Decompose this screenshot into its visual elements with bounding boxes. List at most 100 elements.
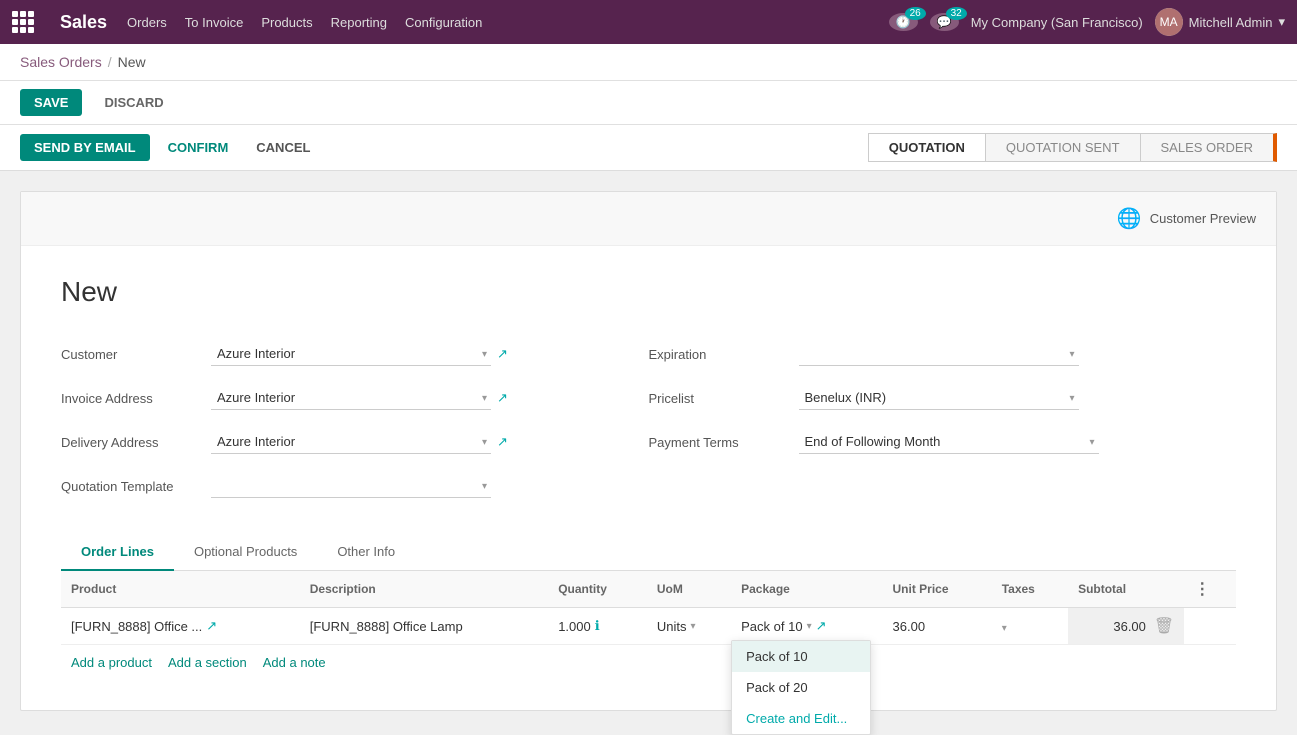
breadcrumb-separator: / [108,54,112,70]
customer-value: ▾ ↗ [211,342,649,366]
status-steps: QUOTATION QUOTATION SENT SALES ORDER [868,133,1277,162]
customer-ext-link[interactable]: ↗ [497,346,508,362]
left-fields: Customer ▾ ↗ Invoice Address [61,338,649,514]
customer-preview-label: Customer Preview [1150,211,1256,226]
grid-icon[interactable] [12,11,34,33]
uom-value[interactable]: Units [657,619,687,634]
status-sales-order[interactable]: SALES ORDER [1141,133,1277,162]
payment-terms-input[interactable] [799,430,1099,454]
col-taxes: Taxes [992,571,1068,608]
package-option-2[interactable]: Pack of 20 [732,672,870,703]
product-ext-link[interactable]: ↗ [206,618,217,634]
tab-other-info[interactable]: Other Info [317,534,415,571]
invoice-address-field-row: Invoice Address ▾ ↗ [61,382,649,414]
breadcrumb-parent[interactable]: Sales Orders [20,54,102,70]
nav-configuration[interactable]: Configuration [405,15,482,30]
nav-to-invoice[interactable]: To Invoice [185,15,244,30]
add-section-link[interactable]: Add a section [168,655,247,670]
expiration-input[interactable] [799,342,1079,366]
discard-button[interactable]: DISCARD [90,89,177,116]
cell-unit-price[interactable]: 36.00 [883,608,992,645]
table-container: Product Description Quantity UoM Package… [61,571,1236,680]
cell-description[interactable]: [FURN_8888] Office Lamp [300,608,548,645]
package-ext-link[interactable]: ↗ [816,618,827,634]
nav-products[interactable]: Products [261,15,312,30]
form-title: New [61,276,1236,308]
cell-row-actions [1184,608,1236,645]
payment-terms-select-wrap: ▾ [799,430,1099,454]
tab-order-lines[interactable]: Order Lines [61,534,174,571]
delivery-address-ext-link[interactable]: ↗ [497,434,508,450]
pricelist-value: ▾ [799,386,1237,410]
quotation-template-input[interactable] [211,474,491,498]
customer-label: Customer [61,347,211,362]
invoice-address-ext-link[interactable]: ↗ [497,390,508,406]
main-nav: Orders To Invoice Products Reporting Con… [127,15,869,30]
user-menu[interactable]: MA Mitchell Admin ▾ [1155,8,1285,36]
breadcrumb: Sales Orders / New [0,44,1297,81]
pricelist-select-wrap: ▾ [799,386,1079,410]
delivery-address-input[interactable] [211,430,491,454]
package-option-1[interactable]: Pack of 10 [732,641,870,672]
col-quantity: Quantity [548,571,647,608]
package-value[interactable]: Pack of 10 [741,619,802,634]
subtotal-value: 36.00 [1113,619,1146,634]
package-dropdown: Pack of 10 Pack of 20 Create and Edit... [731,640,871,735]
col-package: Package [731,571,882,608]
table-row: [FURN_8888] Office ... ↗ [FURN_8888] Off… [61,608,1236,645]
customer-input[interactable] [211,342,491,366]
notification-bell[interactable]: 🕐 26 [889,13,918,31]
taxes-arrow: ▾ [1002,623,1007,634]
confirm-button[interactable]: CONFIRM [158,134,239,161]
cancel-button[interactable]: CANCEL [246,134,320,161]
cell-subtotal: 36.00 🗑 [1068,608,1184,645]
invoice-address-input[interactable] [211,386,491,410]
action-bar: SAVE DISCARD [0,81,1297,125]
pricelist-input[interactable] [799,386,1079,410]
customer-preview-button[interactable]: 🌐 Customer Preview [1117,206,1256,231]
save-button[interactable]: SAVE [20,89,82,116]
nav-orders[interactable]: Orders [127,15,167,30]
invoice-address-label: Invoice Address [61,391,211,406]
col-uom: UoM [647,571,731,608]
expiration-field-row: Expiration ▾ [649,338,1237,370]
app-brand: Sales [60,12,107,33]
invoice-address-select-wrap: ▾ [211,386,491,410]
add-product-link[interactable]: Add a product [71,655,152,670]
col-unit-price: Unit Price [883,571,992,608]
uom-arrow: ▾ [690,621,695,632]
table-actions: Add a product Add a section Add a note [61,645,1236,680]
add-note-link[interactable]: Add a note [263,655,326,670]
delete-row-icon[interactable]: 🗑 [1154,616,1174,636]
payment-terms-label: Payment Terms [649,435,799,450]
table-more-icon[interactable]: ⋮ [1194,581,1210,598]
status-quotation-sent[interactable]: QUOTATION SENT [986,133,1141,162]
send-email-button[interactable]: SEND BY EMAIL [20,134,150,161]
delivery-address-label: Delivery Address [61,435,211,450]
package-create-edit[interactable]: Create and Edit... [732,703,870,734]
package-cell: Pack of 10 ▾ ↗ [741,618,872,634]
quotation-template-label: Quotation Template [61,479,211,494]
nav-reporting[interactable]: Reporting [331,15,387,30]
col-subtotal: Subtotal [1068,571,1184,608]
quantity-value[interactable]: 1.000 [558,619,591,634]
quantity-info-icon: ℹ [595,618,600,634]
pricelist-label: Pricelist [649,391,799,406]
message-badge[interactable]: 💬 32 [930,13,959,31]
status-quotation[interactable]: QUOTATION [868,133,986,162]
order-table: Product Description Quantity UoM Package… [61,571,1236,645]
payment-terms-value: ▾ [799,430,1237,454]
tab-optional-products[interactable]: Optional Products [174,534,317,571]
delivery-address-select-wrap: ▾ [211,430,491,454]
company-selector[interactable]: My Company (San Francisco) [971,15,1143,30]
quotation-template-select-wrap: ▾ [211,474,491,498]
form-card: 🌐 Customer Preview New Customer ▾ [20,191,1277,711]
expiration-select-wrap: ▾ [799,342,1079,366]
form-body: New Customer ▾ ↗ [21,246,1276,710]
product-name[interactable]: [FURN_8888] Office ... [71,619,202,634]
cell-uom: Units ▾ [647,608,731,645]
globe-icon: 🌐 [1117,206,1142,231]
customer-select-wrap: ▾ [211,342,491,366]
package-arrow[interactable]: ▾ [807,621,812,632]
tabs-bar: Order Lines Optional Products Other Info [61,534,1236,571]
